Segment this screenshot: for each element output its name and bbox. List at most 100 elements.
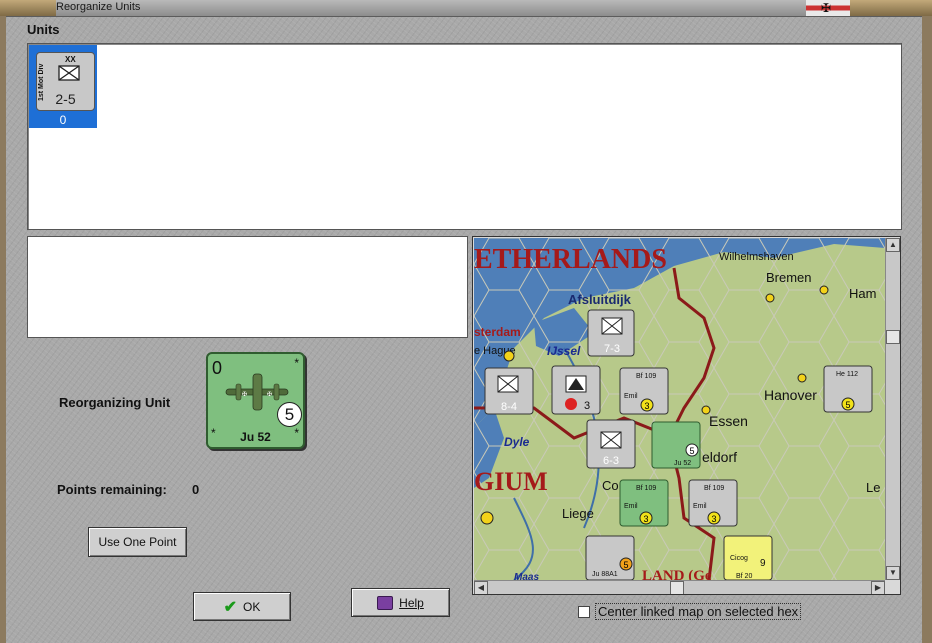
counter-sub: Cicog [730, 555, 748, 562]
counter-sub: Emil [693, 503, 707, 510]
unit-count: 0 [59, 113, 67, 127]
title-bar: Reorganize Units ✠ [0, 0, 932, 17]
scroll-right-button[interactable]: ▶ [871, 581, 885, 594]
title-bar-ornament-left [0, 0, 56, 16]
points-remaining-label: Points remaining: [57, 482, 167, 497]
use-one-point-label: Use One Point [98, 535, 177, 549]
points-remaining-value: 0 [192, 482, 200, 497]
map-air-counter[interactable]: Ju 88A1 5 [585, 535, 635, 580]
air-unit-type: Ju 52 [240, 430, 271, 444]
map-label-amsterdam: sterdam [474, 325, 521, 339]
help-label: Help [399, 595, 424, 610]
map-label-liege: Liege [562, 506, 594, 521]
counter-label: Bf 20 [736, 573, 752, 580]
units-label: Units [27, 22, 60, 37]
city-marker [797, 373, 807, 383]
center-map-checkbox[interactable] [578, 605, 590, 618]
map-label-wilhelmshaven: Wilhelmshaven [719, 251, 794, 263]
units-list[interactable]: 1st Mot Div XX 2-5 0 [27, 43, 902, 230]
map-unit-counter[interactable]: 8-4 [484, 367, 534, 415]
scroll-up-button[interactable]: ▲ [886, 238, 900, 252]
german-flag-icon: ✠ [806, 0, 850, 16]
svg-text:✠: ✠ [242, 391, 247, 398]
city-marker [503, 350, 515, 362]
counter-label: Bf 109 [636, 485, 656, 492]
city-marker [819, 285, 829, 295]
map-air-counter[interactable]: Cicog 9 Bf 20 [723, 535, 773, 580]
checkmark-icon: ✔ [223, 598, 238, 616]
counter-strength: 3 [584, 400, 590, 412]
svg-text:✠: ✠ [267, 391, 272, 398]
window-title: Reorganize Units [56, 1, 141, 13]
map-label-belgium: GIUM [474, 467, 548, 496]
scroll-down-button[interactable]: ▼ [886, 566, 900, 580]
map-vertical-scrollbar[interactable]: ▲ ▼ [885, 238, 900, 580]
map-label-ijssel: IJssel [547, 344, 581, 358]
counter-value: 3 [644, 401, 649, 411]
linked-map-view[interactable]: ETHERLANDS GIUM LAND (Ge Afsluitdijk Wil… [474, 238, 885, 580]
map-label-afsluitdijk: Afsluitdijk [568, 292, 632, 307]
window-frame-left [0, 16, 6, 643]
ok-label: OK [243, 599, 261, 614]
map-label-bremen: Bremen [766, 270, 812, 285]
reorganizing-unit-counter: 0 * * * ✠ ✠ 5 Ju 52 [206, 352, 305, 449]
counter-value: 5 [845, 400, 850, 410]
vertical-scroll-thumb[interactable] [886, 330, 900, 344]
map-unit-counter[interactable]: 7-3 [587, 309, 635, 357]
map-air-counter[interactable]: Bf 109 Emil 3 [688, 479, 738, 527]
counter-label: Ju 52 [674, 460, 691, 467]
map-air-counter[interactable]: He 112 5 [823, 365, 873, 413]
city-marker [480, 511, 494, 525]
linked-map-panel: ETHERLANDS GIUM LAND (Ge Afsluitdijk Wil… [472, 236, 901, 595]
scroll-left-button[interactable]: ◀ [474, 581, 488, 594]
use-one-point-button[interactable]: Use One Point [88, 527, 187, 557]
unit-strength: 2-5 [55, 91, 76, 107]
help-button[interactable]: Help [351, 588, 450, 617]
reorganizing-unit-label: Reorganizing Unit [59, 395, 171, 410]
ok-button[interactable]: ✔ OK [193, 592, 291, 621]
air-unit-number: 0 [212, 358, 223, 378]
counter-value: 3 [643, 514, 648, 524]
map-label-dusseldorf: eldorf [702, 449, 737, 465]
map-label-hamburg: Ham [849, 286, 876, 301]
title-bar-ornament-right [850, 0, 932, 16]
infantry-symbol-icon [58, 65, 80, 81]
map-label-leipzig: Le [866, 480, 880, 495]
map-unit-counter[interactable]: 3 [551, 365, 601, 415]
help-book-icon [377, 595, 394, 610]
counter-strength: 8-4 [501, 401, 517, 413]
map-label-netherlands: ETHERLANDS [474, 244, 667, 275]
counter-label: Ju 88A1 [592, 571, 618, 578]
counter-label: Bf 109 [636, 373, 656, 380]
map-horizontal-scrollbar[interactable]: ◀ ▶ [474, 580, 885, 594]
map-label-hanover: Hanover [764, 387, 817, 403]
counter-value: 9 [760, 558, 766, 569]
city-marker [701, 405, 711, 415]
map-air-counter[interactable]: 5 Ju 52 [651, 421, 701, 469]
map-air-counter[interactable]: Bf 109 Emil 3 [619, 479, 669, 527]
unit-list-item[interactable]: 1st Mot Div XX 2-5 0 [29, 45, 97, 128]
map-label-maas: Maas [514, 572, 539, 580]
counter-badge [565, 398, 577, 410]
map-air-counter[interactable]: Bf 109 Emil 3 [619, 367, 669, 415]
city-marker [765, 293, 775, 303]
map-unit-counter[interactable]: 6-3 [586, 419, 636, 469]
map-label-cologne: Co [602, 478, 619, 493]
counter-value: 5 [623, 560, 628, 570]
unit-counter: 1st Mot Div XX 2-5 [36, 52, 95, 111]
counter-label: Bf 109 [704, 485, 724, 492]
counter-sub: Emil [624, 503, 638, 510]
star-marker: * [294, 356, 299, 370]
counter-strength: 7-3 [604, 343, 620, 355]
counter-strength: 6-3 [603, 455, 619, 467]
map-label-germany: LAND (Ge [642, 568, 712, 580]
window-frame-right [922, 16, 932, 643]
center-map-option[interactable]: Center linked map on selected hex [578, 603, 802, 620]
map-label-essen: Essen [709, 413, 748, 429]
map-label-dyle: Dyle [504, 435, 530, 449]
unit-info-box [27, 236, 468, 338]
air-unit-value: 5 [277, 402, 302, 427]
center-map-label[interactable]: Center linked map on selected hex [595, 603, 802, 620]
horizontal-scroll-thumb[interactable] [670, 581, 684, 594]
unit-size: XX [65, 55, 76, 64]
